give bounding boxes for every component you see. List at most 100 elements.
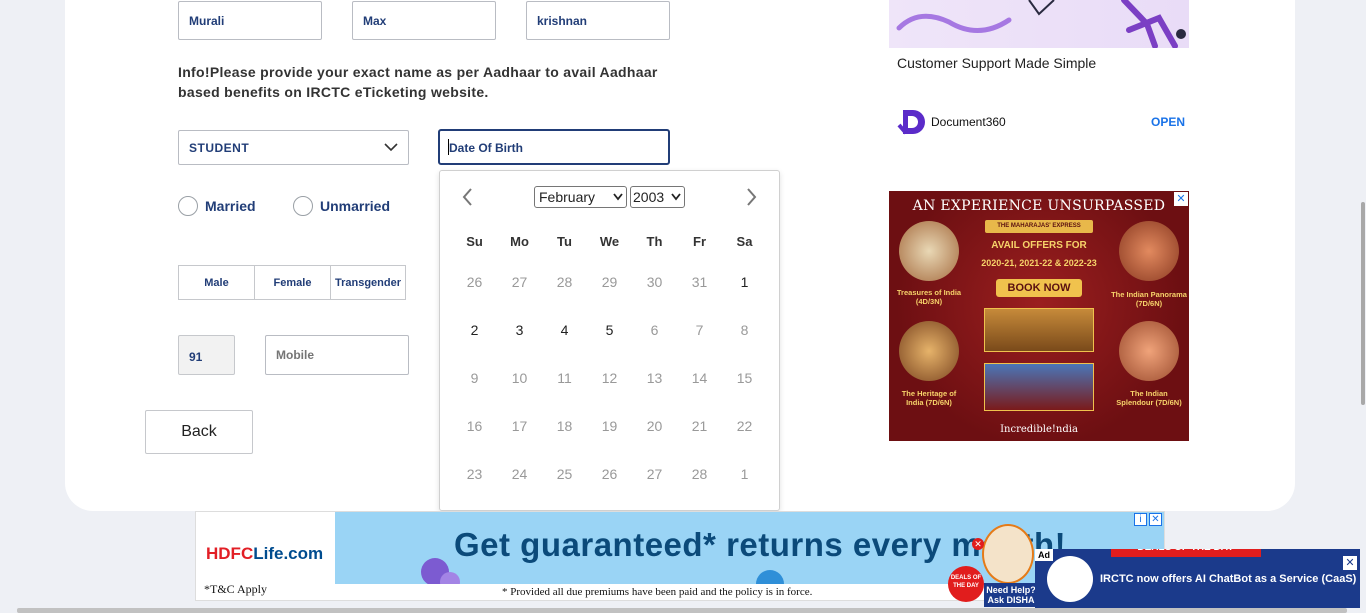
- mobile-input[interactable]: [265, 335, 409, 375]
- calendar-day: 12: [601, 370, 618, 386]
- chevron-down-icon: [671, 193, 681, 201]
- disha-chat-widget[interactable]: DEALS OF THE DAY ✕ Need Help? Ask DISHA: [948, 524, 1038, 613]
- ad-footer: Incredible!ndia: [1000, 424, 1078, 435]
- calendar-day: 17: [511, 418, 528, 434]
- vertical-scrollbar[interactable]: [1360, 0, 1366, 613]
- chevron-left-icon[interactable]: [460, 185, 474, 209]
- taj-mahal-image: [899, 221, 959, 281]
- calendar-day[interactable]: 5: [587, 322, 632, 338]
- close-icon[interactable]: ✕: [972, 538, 984, 550]
- horizontal-scrollbar[interactable]: [17, 608, 1347, 613]
- chevron-right-icon[interactable]: [745, 185, 759, 209]
- brand-suffix: .com: [283, 544, 324, 563]
- document360-ad[interactable]: Customer Support Made Simple Document360…: [889, 0, 1189, 140]
- tour-caption: Treasures of India (4D/3N): [896, 288, 962, 306]
- radio-circle[interactable]: [293, 196, 313, 216]
- scrollbar-thumb[interactable]: [1361, 202, 1365, 405]
- weekday-header: Sa: [736, 234, 753, 249]
- radio-unmarried-label: Unmarried: [320, 198, 391, 214]
- deals-badge: DEALS OF THE DAY: [948, 566, 984, 602]
- calendar-day: 26: [466, 274, 483, 290]
- calendar-day: 22: [736, 418, 753, 434]
- calendar-day: 30: [646, 274, 663, 290]
- calendar-day: 29: [601, 274, 618, 290]
- disha-label: Need Help? Ask DISHA: [984, 583, 1038, 607]
- calendar-day: 9: [470, 370, 479, 386]
- calendar-day: 28: [691, 466, 708, 482]
- ad-text: IRCTC now offers AI ChatBot as a Service…: [1100, 573, 1357, 585]
- radio-married[interactable]: Married: [178, 196, 256, 216]
- aadhaar-info-text: Info!Please provide your exact name as p…: [178, 64, 658, 100]
- calendar-day: 14: [691, 370, 708, 386]
- tc-text: *T&C Apply: [204, 582, 268, 596]
- train-interior-image: [984, 308, 1094, 352]
- ad-open-button[interactable]: OPEN: [1151, 115, 1185, 129]
- weekday-header: Th: [646, 234, 663, 249]
- calendar-day: 20: [646, 418, 663, 434]
- calendar-day: 8: [740, 322, 749, 338]
- calendar-day: 6: [650, 322, 659, 338]
- middle-name-input[interactable]: [352, 1, 496, 40]
- calendar-day[interactable]: 3: [497, 322, 542, 338]
- gender-male-button[interactable]: Male: [178, 265, 255, 300]
- calendar-day: 21: [691, 418, 708, 434]
- calendar-day: 28: [556, 274, 573, 290]
- calendar-day[interactable]: 4: [542, 322, 587, 338]
- close-icon[interactable]: ✕: [1343, 556, 1357, 570]
- chevron-down-icon: [384, 143, 398, 152]
- disha-avatar: [982, 524, 1034, 584]
- ad-headline: An Experience Unsurpassed: [912, 198, 1166, 214]
- back-button[interactable]: Back: [145, 410, 253, 454]
- calendar-day: 18: [556, 418, 573, 434]
- occupation-value: STUDENT: [189, 141, 250, 155]
- gender-transgender-button[interactable]: Transgender: [330, 265, 406, 300]
- calendar-day[interactable]: 1: [722, 274, 767, 290]
- calendar-day: 24: [511, 466, 528, 482]
- brand-blue: Life: [253, 544, 284, 563]
- date-of-birth-input[interactable]: Date Of Birth: [438, 129, 670, 165]
- year-value: 2003: [633, 189, 665, 205]
- irctc-logo-icon: [1047, 556, 1093, 602]
- ad-banner: THE MAHARAJAS' EXPRESS: [985, 220, 1093, 233]
- ad-close-icon[interactable]: ✕: [1174, 192, 1188, 206]
- occupation-select[interactable]: STUDENT: [178, 130, 409, 165]
- close-icon[interactable]: ✕: [1149, 513, 1162, 526]
- info-icon[interactable]: i: [1134, 513, 1147, 526]
- country-code-field[interactable]: 91: [178, 335, 235, 375]
- train-exterior-image: [984, 363, 1094, 411]
- brand-red: HDFC: [206, 544, 254, 563]
- month-select[interactable]: February: [534, 186, 627, 208]
- calendar-day: 15: [736, 370, 753, 386]
- radio-married-label: Married: [205, 198, 256, 214]
- weekday-header: Su: [466, 234, 483, 249]
- ad-choices[interactable]: i ✕: [1134, 513, 1162, 526]
- radio-unmarried[interactable]: Unmarried: [293, 196, 390, 216]
- weekday-header: Tu: [557, 234, 572, 249]
- ad-brand: Document360: [931, 115, 1006, 129]
- hdfc-life-logo: HDFCLife.com: [206, 544, 323, 564]
- maharajas-express-ad[interactable]: An Experience Unsurpassed THE MAHARAJAS'…: [889, 191, 1189, 441]
- document360-logo-icon: [897, 110, 925, 135]
- tour-caption: The Indian Splendour (7D/6N): [1116, 389, 1182, 407]
- radio-circle[interactable]: [178, 196, 198, 216]
- palace-image: [1119, 221, 1179, 281]
- ad-fine-print: * Provided all due premiums have been pa…: [502, 586, 813, 598]
- calendar-day: 7: [695, 322, 704, 338]
- calendar-day: 26: [601, 466, 618, 482]
- calendar-day: 25: [556, 466, 573, 482]
- last-name-input[interactable]: [526, 1, 670, 40]
- book-now-button[interactable]: BOOK NOW: [996, 279, 1082, 297]
- calendar-day[interactable]: 2: [452, 322, 497, 338]
- gender-female-button[interactable]: Female: [254, 265, 331, 300]
- calendar-day: 1: [740, 466, 749, 482]
- first-name-input[interactable]: [178, 1, 322, 40]
- calendar-day: 10: [511, 370, 528, 386]
- tour-caption: The Heritage of India (7D/6N): [901, 389, 957, 407]
- irctc-caas-ad[interactable]: Ad DEALS OF THE DAY IRCTC now offers AI …: [1035, 549, 1360, 608]
- calendar-day: 11: [557, 370, 572, 386]
- chevron-down-icon: [613, 193, 623, 201]
- ad-illustration: [889, 0, 1189, 48]
- year-select[interactable]: 2003: [630, 186, 685, 208]
- weekday-header: We: [599, 234, 620, 249]
- weekday-header: Mo: [510, 234, 529, 249]
